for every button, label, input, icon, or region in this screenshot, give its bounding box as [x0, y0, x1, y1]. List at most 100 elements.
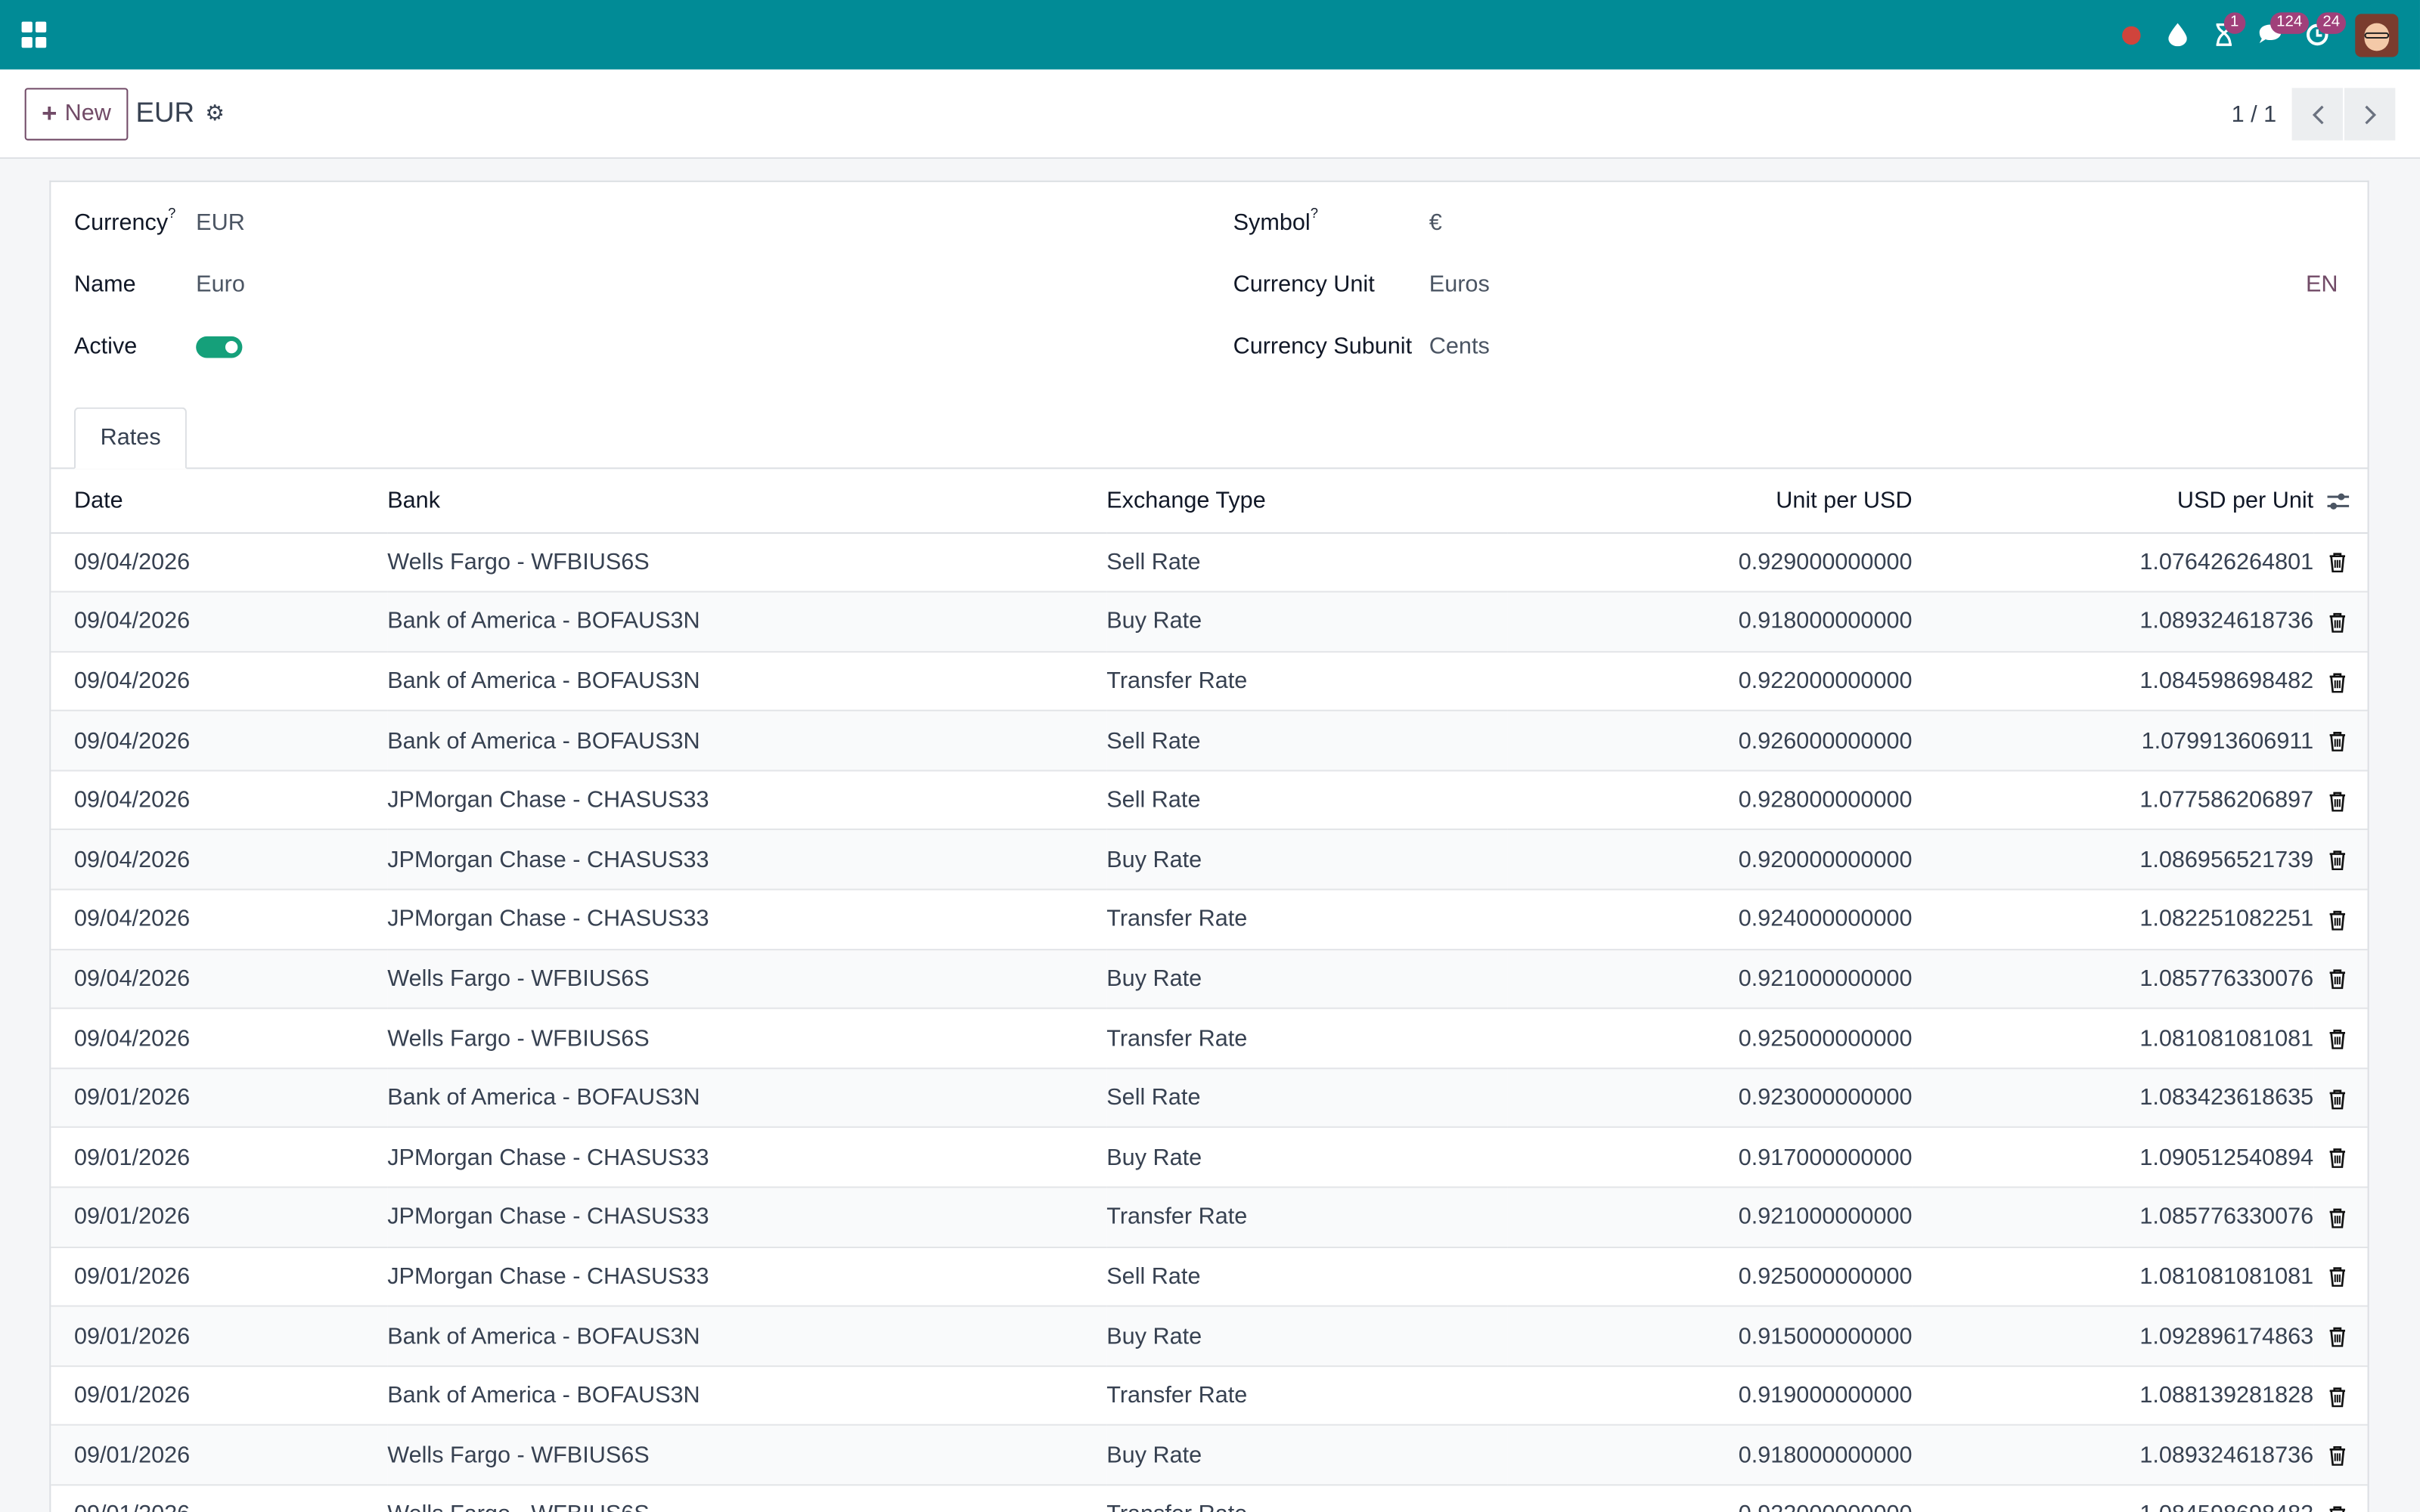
cell-usd-per-unit[interactable]: 1.090512540894: [1912, 1127, 2314, 1188]
cell-bank[interactable]: JPMorgan Chase - CHASUS33: [387, 889, 1107, 950]
trash-icon[interactable]: [2329, 1387, 2346, 1407]
record-icon[interactable]: [2108, 0, 2155, 70]
trash-icon[interactable]: [2329, 612, 2346, 633]
table-row[interactable]: 09/01/2026 Bank of America - BOFAUS3N Sell…: [51, 1067, 2368, 1129]
cell-exchange-type[interactable]: Transfer Rate: [1106, 1485, 1508, 1512]
column-header-date[interactable]: Date: [51, 469, 388, 534]
table-row[interactable]: 09/01/2026 Bank of America - BOFAUS3N Tran…: [51, 1365, 2368, 1427]
trash-icon[interactable]: [2329, 1446, 2346, 1467]
avatar[interactable]: [2355, 13, 2399, 57]
cell-exchange-type[interactable]: Transfer Rate: [1106, 1009, 1508, 1069]
column-header-exchange-type[interactable]: Exchange Type: [1106, 469, 1508, 534]
optional-columns-icon[interactable]: [2313, 469, 2368, 534]
cell-exchange-type[interactable]: Transfer Rate: [1106, 1365, 1508, 1427]
cell-usd-per-unit[interactable]: 1.076426264801: [1912, 532, 2314, 593]
cell-unit-per-usd[interactable]: 0.922000000000: [1507, 651, 1913, 712]
cell-exchange-type[interactable]: Sell Rate: [1106, 770, 1508, 831]
trash-icon[interactable]: [2329, 1505, 2346, 1512]
cell-exchange-type[interactable]: Sell Rate: [1106, 711, 1508, 772]
trash-icon[interactable]: [2329, 1208, 2346, 1228]
cell-date[interactable]: 09/04/2026: [51, 591, 388, 652]
cell-bank[interactable]: Bank of America - BOFAUS3N: [387, 1067, 1107, 1129]
cell-date[interactable]: 09/04/2026: [51, 532, 388, 593]
cell-usd-per-unit[interactable]: 1.088139281828: [1912, 1365, 2314, 1427]
table-row[interactable]: 09/01/2026 Bank of America - BOFAUS3N Buy …: [51, 1306, 2368, 1367]
name-field[interactable]: Euro: [196, 271, 245, 298]
cell-bank[interactable]: Bank of America - BOFAUS3N: [387, 1365, 1107, 1427]
cell-date[interactable]: 09/01/2026: [51, 1365, 388, 1427]
table-row[interactable]: 09/04/2026 Bank of America - BOFAUS3N Tran…: [51, 651, 2368, 712]
apps-menu-icon[interactable]: [21, 20, 50, 49]
cell-bank[interactable]: JPMorgan Chase - CHASUS33: [387, 770, 1107, 831]
cell-bank[interactable]: Bank of America - BOFAUS3N: [387, 591, 1107, 652]
trash-icon[interactable]: [2329, 1327, 2346, 1348]
table-row[interactable]: 09/04/2026 JPMorgan Chase - CHASUS33 Sell …: [51, 770, 2368, 831]
chat-icon[interactable]: 124: [2247, 0, 2309, 70]
trash-icon[interactable]: [2329, 732, 2346, 752]
table-row[interactable]: 09/04/2026 JPMorgan Chase - CHASUS33 Buy R…: [51, 829, 2368, 891]
cell-usd-per-unit[interactable]: 1.081081081081: [1912, 1009, 2314, 1069]
cell-bank[interactable]: Wells Fargo - WFBIUS6S: [387, 532, 1107, 593]
cell-unit-per-usd[interactable]: 0.918000000000: [1507, 591, 1913, 652]
cell-usd-per-unit[interactable]: 1.081081081081: [1912, 1247, 2314, 1307]
clock-icon[interactable]: 24: [2294, 0, 2347, 70]
cell-usd-per-unit[interactable]: 1.085776330076: [1912, 949, 2314, 1010]
table-row[interactable]: 09/04/2026 JPMorgan Chase - CHASUS33 Trans…: [51, 889, 2368, 950]
cell-exchange-type[interactable]: Buy Rate: [1106, 1425, 1508, 1486]
new-button[interactable]: + New: [24, 87, 129, 140]
cell-date[interactable]: 09/04/2026: [51, 889, 388, 950]
cell-usd-per-unit[interactable]: 1.082251082251: [1912, 889, 2314, 950]
trash-icon[interactable]: [2329, 553, 2346, 574]
cell-bank[interactable]: JPMorgan Chase - CHASUS33: [387, 829, 1107, 891]
column-header-usd-per-unit[interactable]: USD per Unit: [1912, 469, 2314, 534]
currency-unit-field[interactable]: Euros: [1429, 271, 1490, 298]
trash-icon[interactable]: [2329, 850, 2346, 871]
table-row[interactable]: 09/01/2026Wells Fargo - WFBIUS6STransfer…: [51, 1485, 2368, 1512]
pager-value[interactable]: 1 / 1: [2232, 101, 2277, 128]
cell-bank[interactable]: Bank of America - BOFAUS3N: [387, 1306, 1107, 1367]
table-row[interactable]: 09/01/2026 JPMorgan Chase - CHASUS33 Trans…: [51, 1187, 2368, 1248]
cell-bank[interactable]: JPMorgan Chase - CHASUS33: [387, 1187, 1107, 1248]
cell-unit-per-usd[interactable]: 0.920000000000: [1507, 829, 1913, 891]
cell-exchange-type[interactable]: Sell Rate: [1106, 1247, 1508, 1307]
cell-date[interactable]: 09/04/2026: [51, 711, 388, 772]
currency-field[interactable]: EUR: [196, 210, 245, 237]
table-row[interactable]: 09/04/2026 Wells Fargo - WFBIUS6S Transfer…: [51, 1009, 2368, 1069]
cell-date[interactable]: 09/01/2026: [51, 1425, 388, 1486]
cell-exchange-type[interactable]: Buy Rate: [1106, 949, 1508, 1010]
cell-exchange-type[interactable]: Transfer Rate: [1106, 1187, 1508, 1248]
cell-usd-per-unit[interactable]: 1.086956521739: [1912, 829, 2314, 891]
cell-bank[interactable]: Wells Fargo - WFBIUS6S: [387, 1425, 1107, 1486]
cell-unit-per-usd[interactable]: 0.929000000000: [1507, 532, 1913, 593]
cell-usd-per-unit[interactable]: 1.083423618635: [1912, 1067, 2314, 1129]
cell-bank[interactable]: Wells Fargo - WFBIUS6S: [387, 1009, 1107, 1069]
symbol-field[interactable]: €: [1429, 210, 1442, 237]
cell-exchange-type[interactable]: Buy Rate: [1106, 829, 1508, 891]
cell-exchange-type[interactable]: Buy Rate: [1106, 1127, 1508, 1188]
cell-unit-per-usd[interactable]: 0.922000000000: [1507, 1485, 1913, 1512]
cell-unit-per-usd[interactable]: 0.925000000000: [1507, 1247, 1913, 1307]
cell-exchange-type[interactable]: Transfer Rate: [1106, 651, 1508, 712]
column-header-bank[interactable]: Bank: [387, 469, 1107, 534]
cell-unit-per-usd[interactable]: 0.918000000000: [1507, 1425, 1913, 1486]
cell-unit-per-usd[interactable]: 0.925000000000: [1507, 1009, 1913, 1069]
trash-icon[interactable]: [2329, 910, 2346, 931]
trash-icon[interactable]: [2329, 1029, 2346, 1050]
cell-date[interactable]: 09/01/2026: [51, 1247, 388, 1307]
cell-unit-per-usd[interactable]: 0.926000000000: [1507, 711, 1913, 772]
trash-icon[interactable]: [2329, 672, 2346, 692]
next-record-button[interactable]: [2344, 88, 2396, 141]
cell-bank[interactable]: JPMorgan Chase - CHASUS33: [387, 1127, 1107, 1188]
gear-icon[interactable]: ⚙: [205, 101, 225, 127]
cell-exchange-type[interactable]: Sell Rate: [1106, 532, 1508, 593]
cell-exchange-type[interactable]: Buy Rate: [1106, 591, 1508, 652]
column-header-unit-per-usd[interactable]: Unit per USD: [1507, 469, 1913, 534]
cell-date[interactable]: 09/01/2026: [51, 1127, 388, 1188]
cell-usd-per-unit[interactable]: 1.079913606911: [1912, 711, 2314, 772]
cell-unit-per-usd[interactable]: 0.921000000000: [1507, 1187, 1913, 1248]
cell-date[interactable]: 09/04/2026: [51, 770, 388, 831]
cell-usd-per-unit[interactable]: 1.084598698482: [1912, 1485, 2314, 1512]
previous-record-button[interactable]: [2291, 88, 2343, 141]
currency-subunit-field[interactable]: Cents: [1429, 333, 1490, 360]
table-row[interactable]: 09/01/2026 Wells Fargo - WFBIUS6S Buy Rate…: [51, 1425, 2368, 1486]
